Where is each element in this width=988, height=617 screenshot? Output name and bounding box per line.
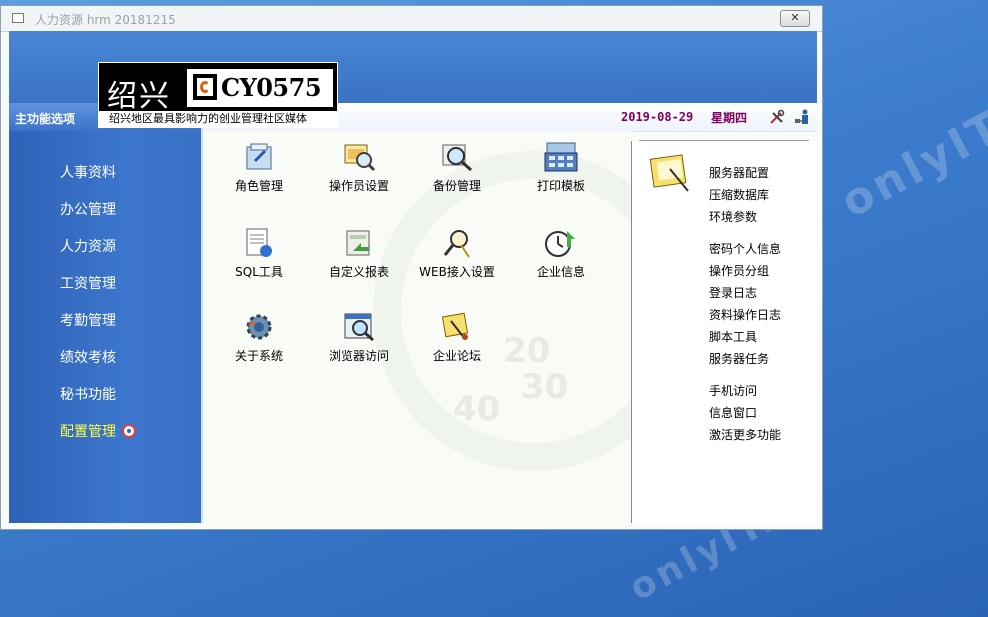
web-icon xyxy=(443,230,470,258)
clock-icon xyxy=(545,231,575,257)
sidebar-item-label: 人力资源 xyxy=(60,239,116,255)
tile-label: 自定义报表 xyxy=(328,265,389,279)
tile-label: 角色管理 xyxy=(234,179,283,193)
sidebar-item-secretary[interactable]: 秘书功能 xyxy=(60,384,116,404)
tile-label: SQL工具 xyxy=(235,265,283,279)
clock-decoration-digit: 40 xyxy=(453,389,501,429)
tile-backup-management[interactable]: 备份管理 xyxy=(415,141,499,194)
clock-decoration-digit: 30 xyxy=(521,367,569,407)
sql-icon xyxy=(246,228,272,257)
panel-divider xyxy=(631,141,632,523)
logo-tagline: 绍兴地区最具影响力的创业管理社区媒体 xyxy=(99,111,337,127)
window-title: 人力资源 hrm 20181215 xyxy=(35,13,176,27)
sidebar-item-personnel[interactable]: 人事资料 xyxy=(60,162,116,182)
sidebar-title: 主功能选项 xyxy=(15,112,76,126)
sidebar: 主功能选项 人事资料 办公管理 人力资源 工资管理 考勤管理 绩效考核 秘书功能… xyxy=(9,103,201,523)
backup-icon xyxy=(442,144,472,172)
sidebar-item-config[interactable]: 配置管理 xyxy=(60,421,136,441)
link-mobile-access[interactable]: 手机访问 xyxy=(709,382,757,399)
logo-city: 绍兴 xyxy=(107,79,171,114)
link-server-tasks[interactable]: 服务器任务 xyxy=(709,350,769,367)
link-compress-database[interactable]: 压缩数据库 xyxy=(709,186,769,203)
tile-label: 操作员设置 xyxy=(328,179,389,193)
sidebar-item-label: 绩效考核 xyxy=(60,350,116,366)
title-bar[interactable]: 人力资源 hrm 20181215 ✕ xyxy=(1,6,822,32)
role-icon xyxy=(246,143,272,170)
sidebar-item-hr[interactable]: 人力资源 xyxy=(60,236,116,256)
link-operator-groups[interactable]: 操作员分组 xyxy=(709,262,769,279)
link-login-log[interactable]: 登录日志 xyxy=(709,284,757,301)
sidebar-item-label: 考勤管理 xyxy=(60,313,116,329)
logo-mark-icon xyxy=(193,74,217,100)
tile-label: 企业论坛 xyxy=(432,349,481,363)
operator-icon xyxy=(344,144,376,172)
calculator-icon xyxy=(544,142,578,172)
tile-label: 打印模板 xyxy=(536,179,585,193)
link-server-config[interactable]: 服务器配置 xyxy=(709,164,769,181)
tile-web-access-settings[interactable]: WEB接入设置 xyxy=(415,227,499,280)
logo-mark-box: CY0575 xyxy=(186,68,334,108)
tile-browser-access[interactable]: 浏览器访问 xyxy=(317,311,401,364)
link-environment-params[interactable]: 环境参数 xyxy=(709,208,757,225)
sidebar-item-label: 工资管理 xyxy=(60,276,116,292)
tile-role-management[interactable]: 角色管理 xyxy=(217,141,301,194)
logo-code: CY0575 xyxy=(221,73,322,102)
tools-icon[interactable] xyxy=(769,109,785,125)
active-indicator-icon xyxy=(122,424,136,438)
tile-company-forum[interactable]: 企业论坛 xyxy=(415,311,499,364)
sidebar-item-performance[interactable]: 绩效考核 xyxy=(60,347,116,367)
desktop-watermark: onlyIT.cn xyxy=(832,63,988,228)
current-date: 2019-08-29 xyxy=(621,110,694,124)
current-weekday: 星期四 xyxy=(711,111,748,125)
sidebar-item-label: 人事资料 xyxy=(60,165,116,181)
sidebar-item-label: 配置管理 xyxy=(60,424,116,440)
tile-custom-report[interactable]: 自定义报表 xyxy=(317,227,401,280)
tile-label: 浏览器访问 xyxy=(328,349,389,363)
close-button[interactable]: ✕ xyxy=(780,10,810,27)
clock-decoration-digit: 20 xyxy=(503,331,551,371)
tile-company-info[interactable]: 企业信息 xyxy=(519,227,603,280)
tile-label: 关于系统 xyxy=(234,349,283,363)
browser-icon xyxy=(344,313,374,342)
tile-label: 备份管理 xyxy=(432,179,481,193)
forum-icon xyxy=(441,312,469,340)
background-clock-decoration xyxy=(373,151,631,471)
user-network-icon[interactable] xyxy=(794,109,810,125)
link-message-window[interactable]: 信息窗口 xyxy=(709,404,757,421)
tile-print-template[interactable]: 打印模板 xyxy=(519,141,603,194)
config-folder-icon xyxy=(649,154,689,192)
tile-label: 企业信息 xyxy=(536,265,585,279)
tile-operator-settings[interactable]: 操作员设置 xyxy=(317,141,401,194)
tile-sql-tool[interactable]: SQL工具 xyxy=(217,227,301,280)
link-activate-more[interactable]: 激活更多功能 xyxy=(709,426,781,443)
function-area: 20 30 40 角色管理 操作员设置 备份管理 打印模板 SQL工具 自定义报… xyxy=(203,131,631,523)
link-data-operation-log[interactable]: 资料操作日志 xyxy=(709,306,781,323)
sidebar-item-salary[interactable]: 工资管理 xyxy=(60,273,116,293)
link-script-tool[interactable]: 脚本工具 xyxy=(709,328,757,345)
report-icon xyxy=(346,230,370,256)
sidebar-item-label: 秘书功能 xyxy=(60,387,116,403)
sidebar-item-attendance[interactable]: 考勤管理 xyxy=(60,310,116,330)
site-logo: 绍兴 CY0575 绍兴地区最具影响力的创业管理社区媒体 xyxy=(98,62,338,128)
panel-top-line xyxy=(639,140,809,141)
tile-label: WEB接入设置 xyxy=(419,265,495,279)
link-password-personal-info[interactable]: 密码个人信息 xyxy=(709,240,781,257)
tile-about-system[interactable]: 关于系统 xyxy=(217,311,301,364)
sidebar-item-office[interactable]: 办公管理 xyxy=(60,199,116,219)
gear-icon xyxy=(246,314,272,340)
sidebar-item-label: 办公管理 xyxy=(60,202,116,218)
app-icon xyxy=(12,13,24,23)
